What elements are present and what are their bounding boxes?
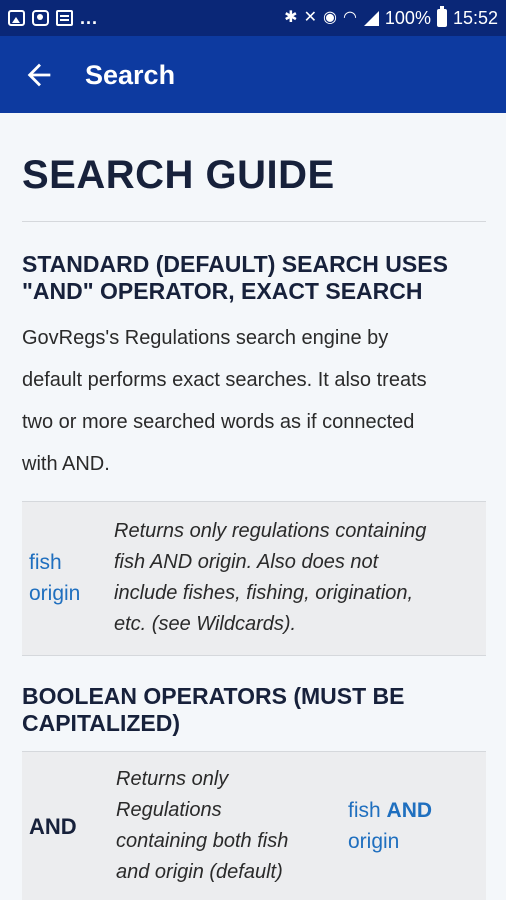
operators-table: AND Returns only Regulations containing … — [22, 752, 486, 900]
back-button[interactable] — [22, 58, 56, 92]
example-word[interactable]: origin — [348, 826, 432, 857]
more-notifications: ... — [80, 8, 99, 28]
heading-line: CAPITALIZED) — [22, 710, 181, 736]
alarm-icon: ◉ — [322, 9, 337, 26]
example-line-1[interactable]: fish AND — [348, 795, 432, 826]
guide-content[interactable]: SEARCH GUIDE STANDARD (DEFAULT) SEARCH U… — [0, 113, 506, 900]
example-description: Returns only regulations containing fish… — [114, 516, 426, 640]
description-line: fish AND origin. Also does not — [114, 551, 379, 573]
divider — [22, 655, 486, 656]
paragraph-line: two or more searched words as if connect… — [22, 411, 415, 433]
operator-description: Returns only Regulations containing both… — [116, 764, 288, 888]
heading-line: BOOLEAN OPERATORS (MUST BE — [22, 683, 405, 709]
message-icon — [56, 10, 73, 26]
app-title: Search — [85, 60, 176, 90]
mute-icon: ✕ — [303, 9, 317, 26]
description-line: Returns only regulations containing — [114, 520, 427, 542]
example-operator[interactable]: AND — [387, 799, 433, 822]
paragraph-line: with AND. — [22, 453, 110, 475]
query-word[interactable]: fish — [29, 547, 80, 578]
signal-icon — [363, 10, 379, 26]
page-title: SEARCH GUIDE — [22, 153, 335, 197]
description-line: include fishes, fishing, origination, — [114, 582, 414, 604]
description-line: etc. (see Wildcards). — [114, 613, 297, 635]
arrow-left-icon — [27, 63, 51, 87]
example-query[interactable]: fish origin — [29, 547, 80, 609]
query-word[interactable]: origin — [29, 578, 80, 609]
section-heading-boolean: BOOLEAN OPERATORS (MUST BE CAPITALIZED) — [22, 683, 486, 737]
section-paragraph: GovRegs's Regulations search engine by d… — [22, 317, 492, 485]
status-bar-right: ✱ ✕ ◉ ◠ 100% 15:52 — [284, 6, 498, 30]
clock: 15:52 — [452, 7, 498, 28]
bluetooth-icon: ✱ — [284, 9, 298, 26]
battery-icon — [436, 6, 447, 27]
paragraph-line: default performs exact searches. It also… — [22, 369, 427, 391]
description-line: Regulations — [116, 799, 222, 821]
wifi-icon: ◠ — [342, 9, 357, 26]
app-bar: Search — [0, 36, 506, 113]
image-icon — [8, 10, 25, 26]
description-line: and origin (default) — [116, 861, 283, 883]
status-bar: ... ✱ ✕ ◉ ◠ 100% 15:52 — [0, 0, 506, 36]
divider — [22, 221, 486, 222]
status-bar-left: ... — [8, 7, 98, 29]
operator-name: AND — [29, 814, 77, 839]
camera-icon — [32, 10, 49, 26]
section-heading-standard: STANDARD (DEFAULT) SEARCH USES "AND" OPE… — [22, 251, 486, 305]
description-line: containing both fish — [116, 830, 289, 852]
example-word[interactable]: fish — [348, 799, 381, 822]
description-line: Returns only — [116, 768, 229, 790]
example-table: fish origin Returns only regulations con… — [22, 502, 486, 655]
battery-percent: 100% — [384, 7, 431, 28]
heading-line: STANDARD (DEFAULT) SEARCH USES — [22, 251, 448, 277]
operator-example[interactable]: fish AND origin — [348, 795, 432, 857]
paragraph-line: GovRegs's Regulations search engine by — [22, 327, 389, 349]
heading-line: "AND" OPERATOR, EXACT SEARCH — [22, 278, 423, 304]
